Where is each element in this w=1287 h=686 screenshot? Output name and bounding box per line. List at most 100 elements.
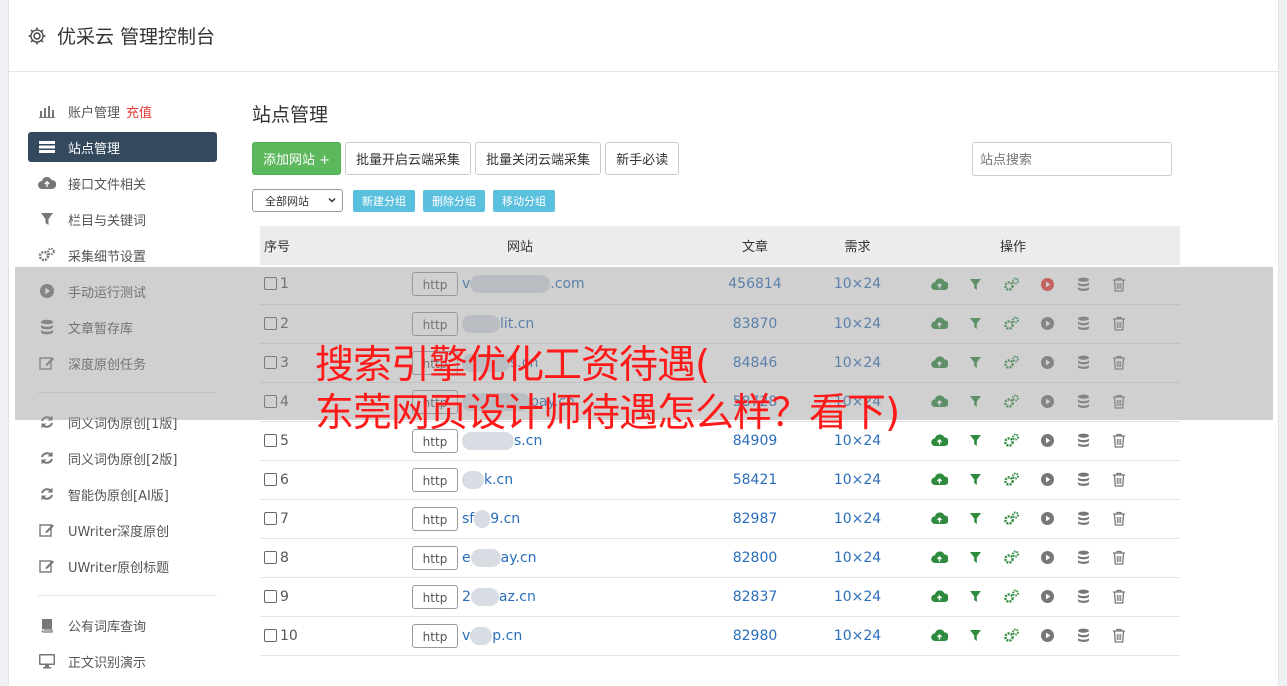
site-domain[interactable]: k.cn [484, 472, 513, 488]
article-count[interactable]: 82987 [700, 499, 810, 538]
bar-chart-icon [38, 103, 56, 119]
site-search-input[interactable] [972, 142, 1172, 176]
site-domain[interactable]: p.cn [492, 628, 522, 644]
cogs-icon[interactable] [1002, 471, 1020, 489]
trash-icon[interactable] [1110, 588, 1128, 606]
row-checkbox[interactable] [264, 589, 277, 603]
recharge-link[interactable]: 充值 [126, 102, 152, 121]
row-checkbox[interactable] [264, 472, 277, 486]
group-select[interactable]: 全部网站 [252, 189, 343, 212]
site-prefix[interactable]: v [462, 628, 470, 644]
protocol-badge[interactable]: http [412, 506, 458, 531]
filter-icon[interactable] [966, 432, 984, 450]
row-checkbox[interactable] [264, 433, 277, 447]
cloud-upload-icon[interactable] [930, 471, 948, 489]
sidebar-item-synonym-v2[interactable]: 同义词伪原创[2版] [28, 443, 217, 473]
beginner-guide-button[interactable]: 新手必读 [605, 142, 680, 175]
site-domain[interactable]: 9.cn [490, 511, 520, 527]
play-circle-icon[interactable] [1038, 627, 1056, 645]
need-value[interactable]: 10×24 [810, 538, 905, 577]
need-value[interactable]: 10×24 [810, 460, 905, 499]
col-site-header: 网站 [506, 240, 533, 255]
trash-icon[interactable] [1110, 471, 1128, 489]
play-circle-icon[interactable] [1038, 549, 1056, 567]
delete-group-button[interactable]: 删除分组 [423, 189, 485, 212]
database-icon[interactable] [1074, 627, 1092, 645]
sidebar-item-keywords[interactable]: 栏目与关键词 [28, 204, 217, 234]
cloud-upload-icon[interactable] [930, 432, 948, 450]
need-value[interactable]: 10×24 [810, 499, 905, 538]
trash-icon[interactable] [1110, 549, 1128, 567]
sidebar-item-label: 同义词伪原创[2版] [68, 452, 178, 468]
move-group-button[interactable]: 移动分组 [493, 189, 555, 212]
batch-enable-cloud-button[interactable]: 批量开启云端采集 [345, 142, 472, 175]
sidebar-item-public-lexicon[interactable]: 公有词库查询 [28, 610, 217, 640]
database-icon[interactable] [1074, 549, 1092, 567]
add-site-button[interactable]: 添加网站 + [252, 142, 342, 175]
play-circle-icon[interactable] [1038, 432, 1056, 450]
database-icon[interactable] [1074, 432, 1092, 450]
table-header-row: 序号 网站 文章 需求 操作 [260, 226, 1180, 265]
sidebar-item-ai-rewrite[interactable]: 智能伪原创[AI版] [28, 479, 217, 509]
sidebar-item-uwriter-deep[interactable]: UWriter深度原创 [28, 515, 217, 545]
sidebar-item-account[interactable]: 账户管理 充值 [28, 96, 217, 126]
play-circle-icon[interactable] [1038, 588, 1056, 606]
row-checkbox[interactable] [264, 550, 277, 564]
protocol-badge[interactable]: http [412, 623, 458, 648]
trash-icon[interactable] [1110, 510, 1128, 528]
toolbar: 添加网站 + 批量开启云端采集 批量关闭云端采集 新手必读 [252, 142, 683, 175]
play-circle-icon[interactable] [1038, 510, 1056, 528]
row-no-cell: 9 [260, 577, 340, 616]
row-checkbox[interactable] [264, 628, 277, 642]
sidebar-item-label: 站点管理 [68, 141, 121, 157]
cloud-upload-icon[interactable] [930, 510, 948, 528]
batch-disable-cloud-button[interactable]: 批量关闭云端采集 [475, 142, 602, 175]
site-cell: http e ay.cn [340, 538, 700, 577]
cloud-upload-icon[interactable] [930, 627, 948, 645]
play-circle-icon[interactable] [1038, 471, 1056, 489]
trash-icon[interactable] [1110, 627, 1128, 645]
filter-icon[interactable] [966, 510, 984, 528]
need-value[interactable]: 10×24 [810, 616, 905, 655]
sidebar-item-label: UWriter深度原创 [68, 524, 170, 540]
protocol-badge[interactable]: http [412, 467, 458, 492]
trash-icon[interactable] [1110, 432, 1128, 450]
site-domain[interactable]: az.cn [499, 589, 536, 605]
redacted-domain [470, 587, 499, 606]
filter-icon[interactable] [966, 588, 984, 606]
article-count[interactable]: 58421 [700, 460, 810, 499]
site-prefix[interactable]: sf [462, 511, 474, 527]
article-count[interactable]: 82837 [700, 577, 810, 616]
cogs-icon[interactable] [1002, 627, 1020, 645]
filter-icon[interactable] [966, 549, 984, 567]
sidebar-item-interface[interactable]: 接口文件相关 [28, 168, 217, 198]
sidebar-item-text-recognition[interactable]: 正文识别演示 [28, 646, 217, 676]
cogs-icon[interactable] [1002, 510, 1020, 528]
table-row: 9 http 2 az.cn 82837 10×24 [260, 577, 1180, 616]
protocol-badge[interactable]: http [412, 584, 458, 609]
cloud-upload-icon[interactable] [930, 549, 948, 567]
cogs-icon[interactable] [1002, 549, 1020, 567]
database-icon[interactable] [1074, 510, 1092, 528]
protocol-badge[interactable]: http [412, 545, 458, 570]
cogs-icon[interactable] [1002, 588, 1020, 606]
redacted-domain [474, 509, 491, 528]
row-checkbox[interactable] [264, 511, 277, 525]
site-prefix[interactable]: 2 [462, 589, 471, 605]
sidebar-item-sites[interactable]: 站点管理 [28, 132, 217, 162]
sidebar-item-collect-settings[interactable]: 采集细节设置 [28, 240, 217, 270]
article-count[interactable]: 82980 [700, 616, 810, 655]
site-domain[interactable]: ay.cn [501, 550, 537, 566]
cogs-icon [38, 247, 56, 263]
new-group-button[interactable]: 新建分组 [353, 189, 415, 212]
cogs-icon[interactable] [1002, 432, 1020, 450]
need-value[interactable]: 10×24 [810, 577, 905, 616]
database-icon[interactable] [1074, 471, 1092, 489]
sidebar-item-uwriter-title[interactable]: UWriter原创标题 [28, 551, 217, 581]
article-count[interactable]: 82800 [700, 538, 810, 577]
filter-icon[interactable] [966, 627, 984, 645]
site-prefix[interactable]: e [462, 550, 471, 566]
filter-icon[interactable] [966, 471, 984, 489]
cloud-upload-icon[interactable] [930, 588, 948, 606]
database-icon[interactable] [1074, 588, 1092, 606]
